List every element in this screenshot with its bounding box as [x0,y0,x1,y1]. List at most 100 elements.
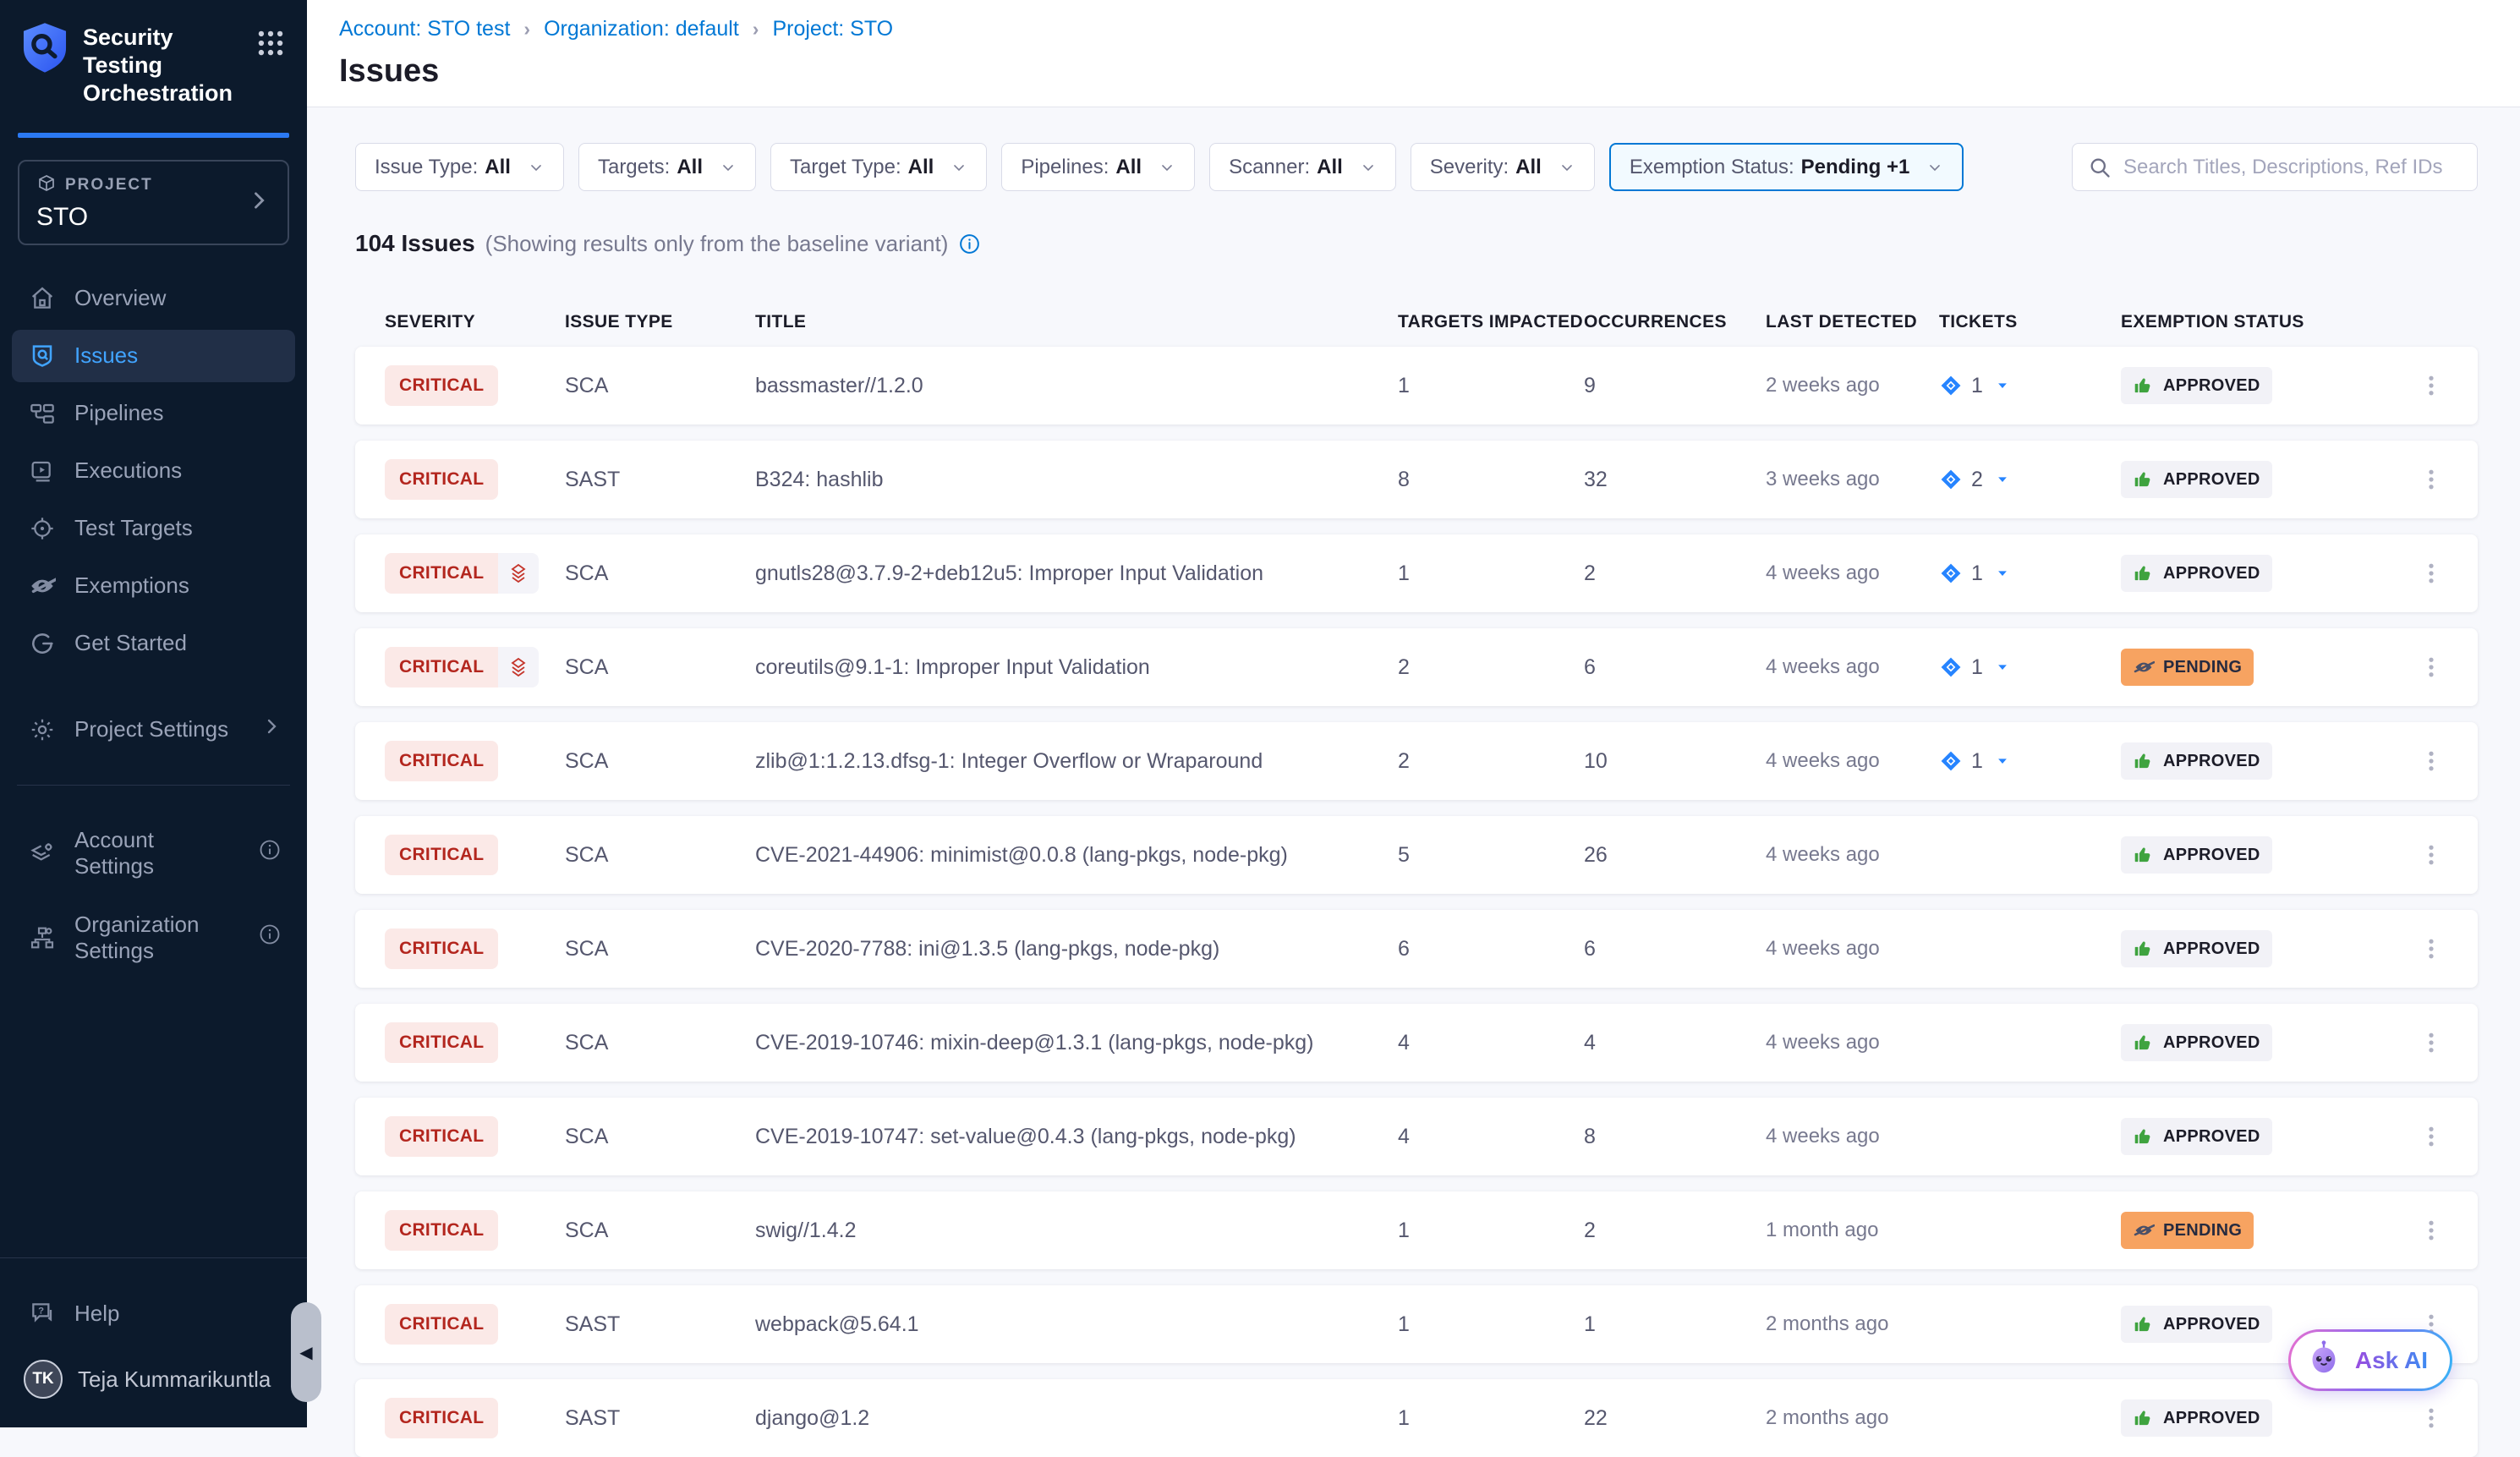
issue-title: gnutls28@3.7.9-2+deb12u5: Improper Input… [755,561,1398,586]
row-menu-button[interactable] [2406,561,2457,586]
search-icon [2088,156,2112,179]
breadcrumb-link[interactable]: Account: STO test [339,17,510,41]
issue-type: SCA [565,749,755,774]
stacked-layers-icon [498,553,539,594]
tickets-cell[interactable]: 1 [1939,561,2121,586]
filter-severity[interactable]: Severity:All [1411,143,1595,191]
issue-row[interactable]: CRITICALSASTwebpack@5.64.1112 months ago… [355,1285,2478,1363]
severity-cell: CRITICAL [385,1210,565,1251]
sidebar-item-organization-settings[interactable]: Organization Settings [12,899,295,977]
breadcrumb-separator: › [753,18,759,41]
sidebar-item-issues[interactable]: Issues [12,330,295,382]
caret-down-icon[interactable] [1995,566,2010,581]
exemption-status-badge: APPROVED [2121,555,2272,592]
issue-row[interactable]: CRITICALSCACVE-2019-10746: mixin-deep@1.… [355,1004,2478,1082]
row-menu-button[interactable] [2406,373,2457,398]
severity-label: CRITICAL [385,928,498,969]
issue-row[interactable]: CRITICALSCACVE-2021-44906: minimist@0.0.… [355,816,2478,894]
sto-shield-logo-icon [20,22,69,74]
filter-scanner[interactable]: Scanner:All [1209,143,1396,191]
sidebar-collapse-handle[interactable]: ◀ [291,1302,321,1402]
info-circle-icon [258,923,282,952]
app-root: Security Testing Orchestration PROJECT S… [0,0,2520,1427]
filter-targets[interactable]: Targets:All [578,143,756,191]
info-icon[interactable] [958,233,981,255]
chevron-right-icon [261,716,282,742]
breadcrumb-link[interactable]: Project: STO [772,17,893,41]
tickets-cell[interactable]: 1 [1939,374,2121,398]
filter-pipelines[interactable]: Pipelines:All [1001,143,1195,191]
exemption-status-label: APPROVED [2163,846,2260,865]
target-icon [29,515,56,542]
targets-impacted: 4 [1398,1031,1584,1055]
issue-title: django@1.2 [755,1406,1398,1431]
occurrences: 9 [1584,374,1766,398]
sidebar-item-exemptions[interactable]: Exemptions [12,560,295,612]
issue-row[interactable]: CRITICALSCACVE-2020-7788: ini@1.3.5 (lan… [355,910,2478,988]
project-selector[interactable]: PROJECT STO [18,160,289,245]
sidebar-item-help[interactable]: ?Help [12,1287,295,1339]
exemption-status-badge: APPROVED [2121,367,2272,404]
search-input[interactable] [2123,156,2462,179]
row-menu-button[interactable] [2406,748,2457,774]
caret-down-icon[interactable] [1995,472,2010,487]
sidebar-item-label: Executions [74,457,182,484]
issue-row[interactable]: CRITICALSASTdjango@1.21222 months agoAPP… [355,1379,2478,1457]
filter-value: All [1115,156,1142,179]
project-name: STO [36,203,153,232]
occurrences: 6 [1584,655,1766,680]
issue-title: coreutils@9.1-1: Improper Input Validati… [755,655,1398,680]
sidebar-item-account-settings[interactable]: Account Settings [12,814,295,892]
severity-badge: CRITICAL [385,741,498,781]
tickets-cell[interactable]: 1 [1939,749,2121,774]
table-header-row: SEVERITYISSUE TYPETITLETARGETS IMPACTEDO… [355,303,2478,342]
issue-row[interactable]: CRITICALSASTB324: hashlib8323 weeks ago2… [355,441,2478,518]
filter-target-type[interactable]: Target Type:All [770,143,987,191]
breadcrumb-link[interactable]: Organization: default [544,17,739,41]
row-menu-button[interactable] [2406,655,2457,680]
issue-row[interactable]: CRITICALSCAswig//1.4.2121 month agoPENDI… [355,1191,2478,1269]
row-menu-button[interactable] [2406,467,2457,492]
tickets-cell[interactable]: 2 [1939,468,2121,492]
row-menu-button[interactable] [2406,936,2457,961]
severity-cell: CRITICAL [385,553,565,594]
sidebar-item-get-started[interactable]: Get Started [12,617,295,670]
issue-row[interactable]: CRITICALSCAbassmaster//1.2.0192 weeks ag… [355,347,2478,425]
exemption-status-label: APPROVED [2163,564,2260,583]
issue-row[interactable]: CRITICALSCAgnutls28@3.7.9-2+deb12u5: Imp… [355,534,2478,612]
sidebar-item-pipelines[interactable]: Pipelines [12,387,295,440]
page-title: Issues [339,53,2520,90]
caret-down-icon[interactable] [1995,378,2010,393]
cube-icon [36,173,57,198]
caret-down-icon[interactable] [1995,753,2010,769]
sidebar-item-overview[interactable]: Overview [12,272,295,325]
sidebar-item-label: Account Settings [74,827,239,879]
exemption-status-badge: APPROVED [2121,1306,2272,1343]
sidebar-item-test-targets[interactable]: Test Targets [12,502,295,555]
filter-value: All [908,156,934,179]
exemption-status-badge: PENDING [2121,649,2254,686]
module-grid-icon[interactable] [255,22,287,63]
ask-ai-label: Ask AI [2355,1347,2428,1374]
exemption-status-cell: APPROVED [2121,1024,2406,1061]
row-menu-button[interactable] [2406,1218,2457,1243]
sidebar-item-project-settings[interactable]: Project Settings [12,704,295,756]
filter-label: Scanner: [1229,156,1310,179]
issue-row[interactable]: CRITICALSCACVE-2019-10747: set-value@0.4… [355,1098,2478,1175]
row-menu-button[interactable] [2406,842,2457,868]
issue-row[interactable]: CRITICALSCAcoreutils@9.1-1: Improper Inp… [355,628,2478,706]
exemption-status-cell: APPROVED [2121,930,2406,967]
ask-ai-button[interactable]: Ask AI [2288,1329,2452,1391]
executions-icon [29,457,56,485]
row-menu-button[interactable] [2406,1030,2457,1055]
tickets-cell[interactable]: 1 [1939,655,2121,680]
issue-row[interactable]: CRITICALSCAzlib@1:1.2.13.dfsg-1: Integer… [355,722,2478,800]
filter-issue-type[interactable]: Issue Type:All [355,143,564,191]
row-menu-button[interactable] [2406,1124,2457,1149]
filter-exemption-status[interactable]: Exemption Status:Pending +1 [1609,143,1964,191]
user-menu[interactable]: TK Teja Kummarikuntla [12,1351,295,1402]
caret-down-icon[interactable] [1995,660,2010,675]
sidebar-item-label: Organization Settings [74,912,239,964]
severity-cell: CRITICAL [385,741,565,781]
sidebar-item-executions[interactable]: Executions [12,445,295,497]
